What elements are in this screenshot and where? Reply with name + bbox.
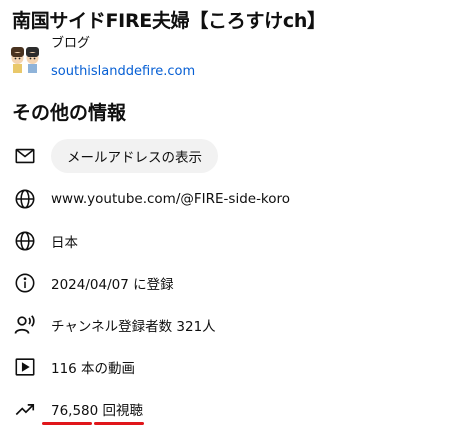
- joined-date-text: 2024/04/07 に登録: [51, 277, 174, 293]
- avatar: [10, 44, 40, 74]
- show-email-button[interactable]: メールアドレスの表示: [51, 139, 218, 173]
- country-row: 日本: [12, 223, 452, 259]
- person-voice-icon: [12, 312, 38, 338]
- blog-link[interactable]: southislanddefire.com: [51, 64, 195, 79]
- trending-up-icon: [12, 396, 38, 422]
- subscriber-count-text: チャンネル登録者数 321人: [51, 319, 216, 335]
- video-icon: [12, 354, 38, 380]
- link-item-blog[interactable]: ブログ southislanddefire.com: [10, 36, 450, 82]
- link-label: ブログ: [51, 36, 91, 51]
- channel-url-row: www.youtube.com/@FIRE-side-koro: [12, 181, 452, 217]
- country-text: 日本: [51, 235, 78, 251]
- annotation-underline-left: [42, 422, 92, 425]
- mail-icon: [12, 143, 38, 169]
- channel-url-text[interactable]: www.youtube.com/@FIRE-side-koro: [51, 191, 290, 207]
- annotation-underline-right: [94, 422, 144, 425]
- view-count-text: 76,580 回視聴: [51, 403, 144, 419]
- section-heading-more-info: その他の情報: [12, 102, 127, 124]
- joined-row: 2024/04/07 に登録: [12, 265, 452, 301]
- globe-icon: [12, 186, 38, 212]
- email-row: メールアドレスの表示: [12, 138, 452, 174]
- info-icon: [12, 270, 38, 296]
- globe-icon: [12, 228, 38, 254]
- video-count-text: 116 本の動画: [51, 361, 136, 377]
- channel-title: 南国サイドFIRE夫婦【ころすけch】: [12, 10, 326, 32]
- subscribers-row: チャンネル登録者数 321人: [12, 307, 452, 343]
- videos-row: 116 本の動画: [12, 349, 452, 385]
